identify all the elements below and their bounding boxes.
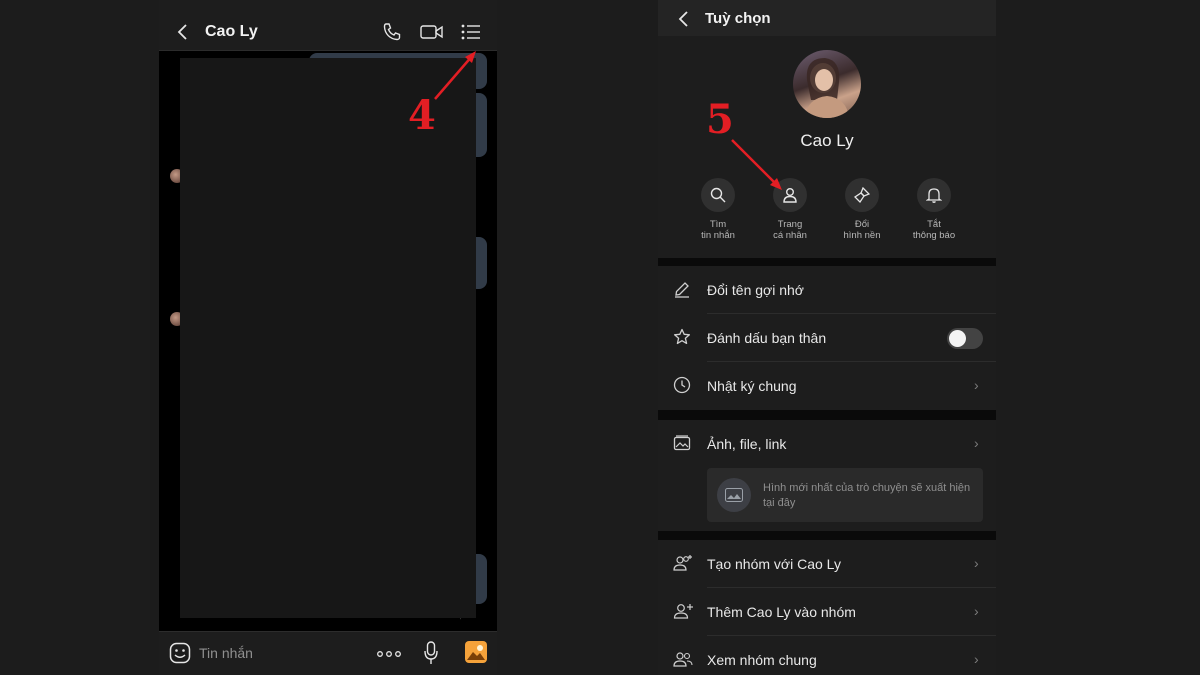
section-divider	[658, 410, 996, 420]
clock-icon	[673, 376, 691, 399]
chevron-right-icon: ›	[974, 603, 979, 619]
row-label: Đánh dấu bạn thân	[707, 330, 827, 346]
toggle-knob	[949, 330, 966, 347]
chat-title[interactable]: Cao Ly	[205, 23, 258, 41]
row-label: Xem nhóm chung	[707, 652, 817, 668]
media-empty-state: Hình mới nhất của trò chuyện sẽ xuất hiệ…	[707, 468, 983, 522]
chevron-left-icon[interactable]	[678, 11, 690, 27]
section-divider	[658, 531, 996, 540]
quick-action-mute[interactable]: Tắt thông báo	[898, 178, 970, 241]
options-header: Tuỳ chọn	[658, 0, 996, 36]
image-placeholder-icon	[717, 478, 751, 512]
chevron-right-icon: ›	[974, 435, 979, 451]
section-divider	[658, 258, 996, 266]
row-rename[interactable]: Đổi tên gợi nhớ	[658, 266, 996, 314]
row-add-to-group[interactable]: Thêm Cao Ly vào nhóm ›	[658, 588, 996, 636]
chevron-right-icon: ›	[974, 555, 979, 571]
row-label: Đổi tên gợi nhớ	[707, 282, 804, 298]
message-input[interactable]: Tin nhắn	[199, 645, 253, 661]
media-empty-text: Hình mới nhất của trò chuyện sẽ xuất hiệ…	[763, 482, 971, 509]
row-label: Ảnh, file, link	[707, 436, 787, 452]
row-label: Tạo nhóm với Cao Ly	[707, 556, 841, 572]
close-friend-toggle[interactable]	[947, 328, 983, 349]
emoji-icon[interactable]	[169, 642, 191, 664]
person-add-icon	[673, 602, 693, 625]
quick-action-label: Tìm	[709, 219, 727, 230]
row-diary[interactable]: Nhật ký chung ›	[658, 362, 996, 410]
quick-action-label: cá nhân	[773, 230, 807, 241]
quick-action-label: tin nhắn	[701, 230, 735, 241]
bell-icon[interactable]	[917, 178, 951, 212]
video-camera-icon[interactable]	[420, 23, 444, 41]
chat-header: Cao Ly	[159, 0, 497, 51]
quick-action-label: thông báo	[912, 230, 956, 241]
avatar[interactable]	[793, 50, 861, 118]
pencil-icon	[673, 280, 691, 303]
star-icon	[673, 328, 691, 351]
row-label: Nhật ký chung	[707, 378, 797, 394]
chevron-right-icon: ›	[974, 377, 979, 393]
quick-action-label: Trang	[777, 219, 803, 230]
row-close-friend[interactable]: Đánh dấu bạn thân	[658, 314, 996, 362]
annotation-step-4: 4	[408, 92, 436, 139]
quick-action-label: hình nền	[843, 230, 881, 241]
row-label: Thêm Cao Ly vào nhóm	[707, 604, 856, 620]
chevron-right-icon: ›	[974, 651, 979, 667]
page-title: Tuỳ chọn	[705, 10, 771, 27]
group-icon	[673, 650, 693, 673]
row-common-groups[interactable]: Xem nhóm chung ›	[658, 636, 996, 675]
chat-input-bar: Tin nhắn	[159, 631, 497, 675]
annotation-arrow-5	[731, 139, 782, 190]
quick-action-label: Tắt	[927, 219, 941, 230]
chevron-left-icon[interactable]	[177, 24, 189, 40]
group-add-icon	[673, 554, 693, 577]
photo-album-icon	[673, 434, 691, 457]
more-icon[interactable]	[377, 650, 401, 658]
image-icon[interactable]	[465, 641, 487, 663]
row-create-group[interactable]: Tạo nhóm với Cao Ly ›	[658, 540, 996, 588]
quick-action-label: Đổi	[854, 219, 870, 230]
phone-icon[interactable]	[382, 22, 402, 42]
list-menu-icon[interactable]	[461, 24, 481, 40]
redacted-overlay	[180, 58, 476, 618]
microphone-icon[interactable]	[423, 641, 439, 665]
paint-brush-icon[interactable]	[845, 178, 879, 212]
quick-action-wallpaper[interactable]: Đổi hình nền	[826, 178, 898, 241]
